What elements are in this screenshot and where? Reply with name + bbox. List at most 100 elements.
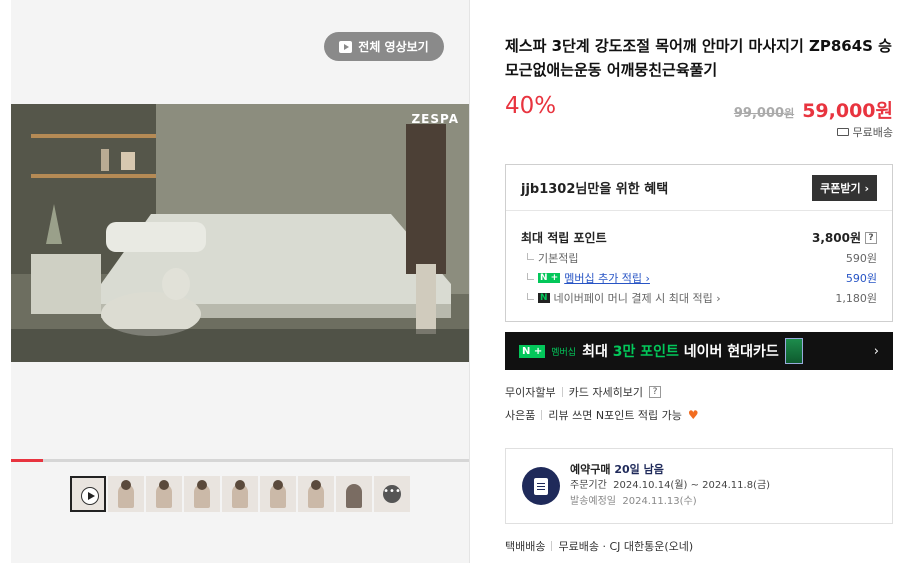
banner-text-highlight: 3만 포인트: [612, 344, 679, 360]
gift-text: 리뷰 쓰면 N포인트 적립 가능: [548, 409, 682, 422]
naverpay-badge: N: [538, 293, 550, 303]
gift-row: 사은품 리뷰 쓰면 N포인트 적립 가능 ♥: [505, 407, 699, 423]
product-title: 제스파 3단계 강도조절 목어깨 안마기 마사지기 ZP864S 승모근없애는운…: [505, 37, 892, 79]
video-progress-fill: [11, 459, 44, 462]
video-icon: [339, 40, 353, 53]
gift-label: 사은품: [505, 409, 536, 422]
points-row-membership-label-wrap: N + 멤버십 추가 적립 ›: [521, 270, 650, 286]
naverpay-link[interactable]: 네이버페이 머니 결제 시 최대 적립 ›: [554, 290, 721, 306]
tree-elbow-icon: [527, 252, 534, 260]
separator: [541, 410, 543, 420]
person-head-image: [121, 480, 131, 490]
preorder-days-left: 20일 남음: [614, 463, 664, 476]
thumbnail-video[interactable]: [70, 476, 106, 512]
thumbnail[interactable]: [146, 476, 182, 512]
points-row-basic-value: 590원: [845, 252, 877, 265]
video-progress-bar[interactable]: [11, 459, 469, 462]
original-price-value: 99,000: [733, 106, 785, 121]
naver-card-banner[interactable]: N + 멤버십 최대 3만 포인트 네이버 현대카드 ›: [505, 332, 893, 370]
separator: [551, 541, 553, 551]
max-points-value-wrap: 3,800원 ?: [812, 229, 877, 246]
membership-link[interactable]: 멤버십 추가 적립 ›: [564, 270, 650, 286]
person-head-image: [311, 480, 321, 490]
clipboard-icon-sheet: [534, 477, 548, 495]
original-price: 99,000원: [734, 105, 794, 121]
max-points-row: 최대 적립 포인트 3,800원 ?: [506, 229, 892, 246]
sale-price: 59,000원: [802, 100, 893, 122]
more-icon: •••: [383, 485, 401, 503]
person-head-image: [235, 480, 245, 490]
benefit-box: jjb1302님만을 위한 혜택 쿠폰받기 › 최대 적립 포인트 3,800원…: [505, 164, 893, 322]
truck-icon: [836, 128, 849, 136]
thumbnail[interactable]: [260, 476, 296, 512]
clipboard-icon: [522, 467, 560, 505]
tree-elbow-icon: [527, 292, 534, 300]
installment-row: 무이자할부 카드 자세히보기 ?: [505, 384, 661, 400]
thumbnail-strip: •••: [70, 476, 410, 512]
banner-text-prefix: 최대: [582, 344, 613, 360]
panel-divider: [469, 0, 470, 563]
coupon-button[interactable]: 쿠폰받기 ›: [812, 174, 877, 201]
person-head-image: [159, 480, 169, 490]
shipping-label: 무료배송: [852, 126, 893, 139]
play-icon: [81, 487, 99, 505]
points-row-naverpay: N 네이버페이 머니 결제 시 최대 적립 › 1,180원: [506, 290, 892, 306]
membership-label: 멤버십: [551, 347, 577, 358]
tree-elbow-icon: [527, 272, 534, 280]
discount-rate: 40%: [505, 93, 557, 119]
person-head-image: [273, 480, 283, 490]
naver-plus-badge: N +: [538, 273, 561, 283]
benefit-title: jjb1302님만을 위한 혜택: [521, 182, 669, 197]
full-video-button[interactable]: 전체 영상보기: [324, 32, 444, 61]
points-row-membership: N + 멤버십 추가 적립 › 590원: [506, 270, 892, 286]
bedroom-scene-image: [11, 104, 469, 362]
order-period-value: 2024.10.14(월) ~ 2024.11.8(금): [613, 480, 771, 491]
max-points-label: 최대 적립 포인트: [521, 231, 607, 245]
delivery-method: 택배배송: [505, 540, 546, 553]
banner-text: 최대 3만 포인트 네이버 현대카드: [582, 341, 779, 361]
credit-card-icon: [784, 338, 803, 364]
ship-date-value: 2024.11.13(수): [622, 496, 697, 507]
shipping-info: 무료배송: [836, 124, 893, 140]
product-media-panel: 전체 영상보기 ZESPA •••: [11, 0, 469, 563]
chevron-right-icon: ›: [873, 343, 879, 359]
massager-image: [346, 484, 362, 508]
thumbnail[interactable]: [222, 476, 258, 512]
thumbnail-more[interactable]: •••: [374, 476, 410, 512]
preorder-text: 예약구매 20일 남음 주문기간 2024.10.14(월) ~ 2024.11…: [570, 462, 770, 510]
points-row-basic-label: 기본적립: [538, 252, 579, 265]
full-video-label: 전체 영상보기: [358, 40, 429, 54]
naver-plus-badge: N +: [519, 344, 546, 358]
thumbnail[interactable]: [336, 476, 372, 512]
delivery-row: 택배배송 무료배송 · CJ 대한통운(오네): [505, 538, 693, 554]
max-points-value: 3,800원: [812, 231, 861, 245]
ship-date: 발송예정일 2024.11.13(수): [570, 494, 770, 510]
preorder-title: 예약구매 20일 남음: [570, 462, 770, 478]
thumbnail[interactable]: [108, 476, 144, 512]
installment-label: 무이자할부: [505, 386, 556, 399]
order-period-label: 주문기간: [570, 480, 607, 491]
preorder-box: 예약구매 20일 남음 주문기간 2024.10.14(월) ~ 2024.11…: [505, 448, 893, 524]
brand-watermark: ZESPA: [411, 112, 459, 126]
points-row-basic-label-wrap: 기본적립: [521, 250, 578, 266]
product-video[interactable]: ZESPA: [11, 104, 469, 362]
person-head-image: [197, 480, 207, 490]
benefit-header: jjb1302님만을 위한 혜택 쿠폰받기 ›: [506, 165, 892, 211]
card-detail-link[interactable]: 카드 자세히보기: [569, 384, 643, 400]
thumbnail[interactable]: [184, 476, 220, 512]
points-row-naverpay-label-wrap: N 네이버페이 머니 결제 시 최대 적립 ›: [521, 290, 721, 306]
help-icon[interactable]: ?: [648, 386, 661, 398]
separator: [561, 387, 563, 397]
banner-text-suffix: 네이버 현대카드: [678, 344, 779, 360]
price-row: 99,000원 59,000원: [734, 96, 893, 123]
heart-icon: ♥: [687, 408, 699, 422]
thumbnail[interactable]: [298, 476, 334, 512]
ship-date-label: 발송예정일: [570, 496, 616, 507]
preorder-title-prefix: 예약구매: [570, 463, 611, 476]
delivery-info: 무료배송 · CJ 대한통운(오네): [558, 540, 694, 553]
points-row-basic: 기본적립 590원: [506, 250, 892, 266]
order-period: 주문기간 2024.10.14(월) ~ 2024.11.8(금): [570, 478, 770, 494]
points-row-membership-value: 590원: [845, 272, 877, 285]
help-icon[interactable]: ?: [865, 231, 877, 244]
original-price-currency: 원: [784, 107, 795, 120]
